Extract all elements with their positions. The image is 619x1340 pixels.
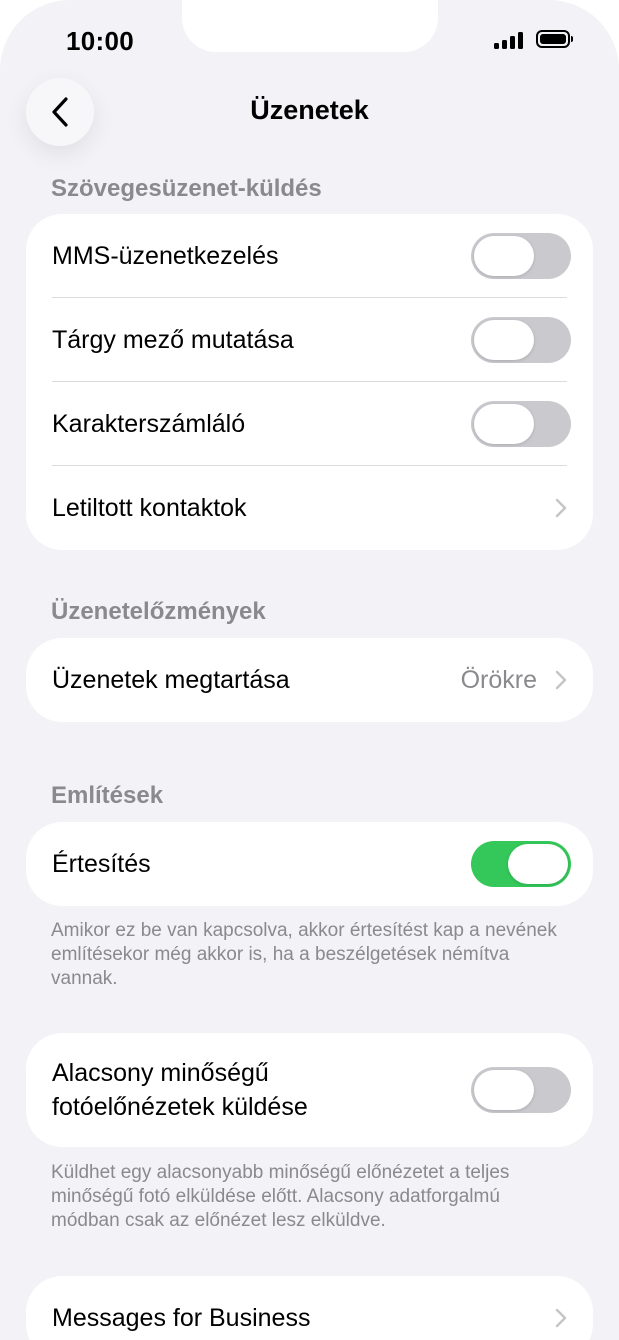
keep-messages-value: Örökre — [460, 666, 537, 694]
history-card: Üzenetek megtartása Örökre — [26, 638, 593, 722]
messages-for-business-row[interactable]: Messages for Business — [26, 1276, 593, 1340]
chevron-right-icon — [555, 498, 567, 518]
battery-icon — [536, 30, 573, 48]
toggle-knob — [474, 236, 534, 276]
toggle-knob — [474, 320, 534, 360]
cellular-signal-icon — [494, 31, 524, 49]
mms-row: MMS-üzenetkezelés — [26, 214, 593, 298]
low-quality-card: Alacsony minőségű fotóelőnézetek küldése — [26, 1033, 593, 1147]
subject-toggle[interactable] — [471, 317, 571, 363]
blocked-contacts-row[interactable]: Letiltott kontaktok — [26, 466, 593, 550]
chevron-right-icon — [555, 1308, 567, 1328]
chevron-right-icon — [555, 670, 567, 690]
device-notch — [182, 0, 438, 52]
subject-row: Tárgy mező mutatása — [26, 298, 593, 382]
section-header-history: Üzenetelőzmények — [51, 598, 266, 625]
page-title: Üzenetek — [250, 95, 369, 125]
toggle-knob — [508, 844, 568, 884]
notify-row: Értesítés — [26, 822, 593, 906]
char-count-row: Karakterszámláló — [26, 382, 593, 466]
low-quality-toggle[interactable] — [471, 1067, 571, 1113]
toggle-knob — [474, 1070, 534, 1110]
status-time: 10:00 — [66, 26, 134, 56]
toggle-knob — [474, 404, 534, 444]
low-quality-row: Alacsony minőségű fotóelőnézetek küldése — [26, 1033, 593, 1147]
notify-toggle[interactable] — [471, 841, 571, 887]
low-quality-footnote: Küldhet egy alacsonyabb minőségű előnéze… — [51, 1162, 510, 1231]
settings-screen: 10:00 Üzenetek Szövegesüzenet-küldés MMS… — [0, 0, 619, 1340]
char-count-toggle[interactable] — [471, 401, 571, 447]
messages-for-business-label: Messages for Business — [52, 1303, 311, 1332]
section-header-texting: Szövegesüzenet-küldés — [51, 175, 322, 202]
low-quality-label: Alacsony minőségű fotóelőnézetek küldése — [52, 1059, 308, 1121]
section-header-mentions: Említések — [51, 782, 164, 809]
mentions-footnote: Amikor ez be van kapcsolva, akkor értesí… — [51, 920, 557, 989]
mentions-card: Értesítés — [26, 822, 593, 906]
texting-card: MMS-üzenetkezelés Tárgy mező mutatása Ka… — [26, 214, 593, 550]
business-card: Messages for Business — [26, 1276, 593, 1340]
keep-messages-row[interactable]: Üzenetek megtartása Örökre — [26, 638, 593, 722]
blocked-contacts-label: Letiltott kontaktok — [52, 493, 247, 522]
mms-toggle[interactable] — [471, 233, 571, 279]
